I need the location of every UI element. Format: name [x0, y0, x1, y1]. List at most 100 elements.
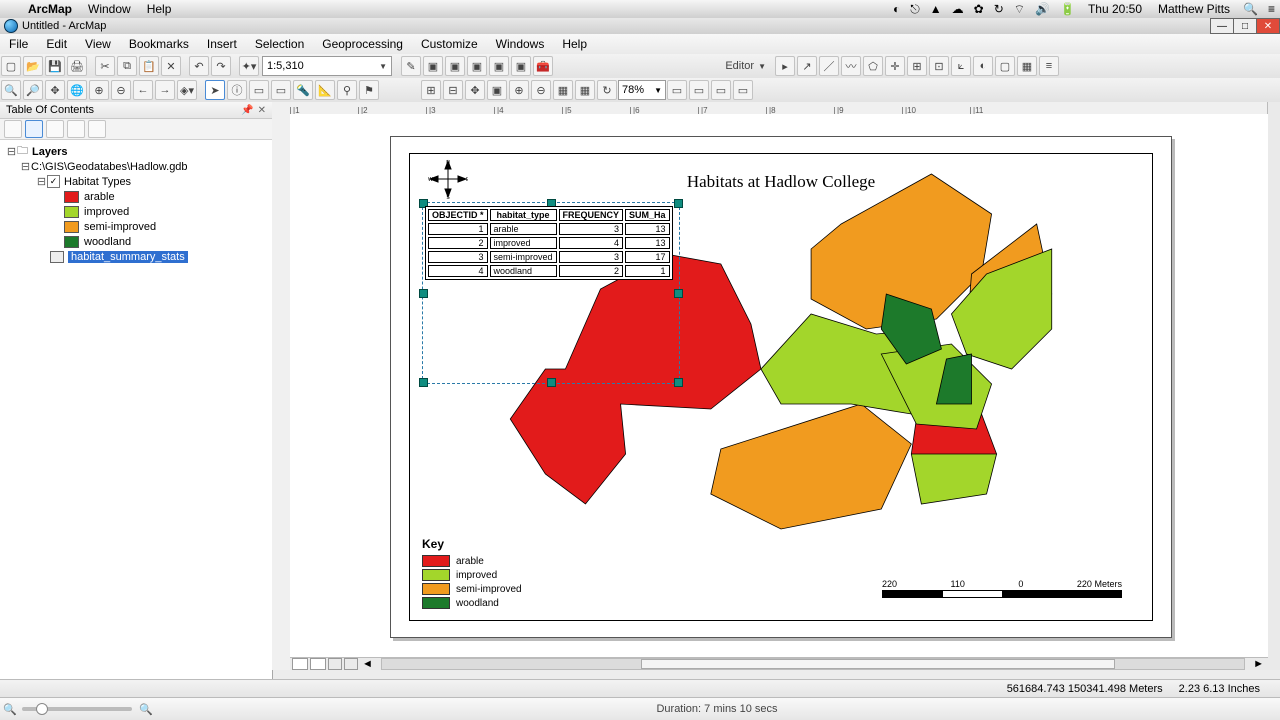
menu-edit[interactable]: Edit	[37, 37, 76, 51]
chevron-down-icon[interactable]: ▼	[756, 62, 768, 71]
battery-icon[interactable]: 🔋	[1055, 2, 1080, 16]
toolbar-button[interactable]: ⚑	[359, 80, 379, 100]
editor-tool[interactable]: ≡	[1039, 56, 1059, 76]
delete-button[interactable]: ✕	[161, 56, 181, 76]
editor-tool[interactable]: ▸	[775, 56, 795, 76]
menu-view[interactable]: View	[76, 37, 120, 51]
layout-view-tab[interactable]	[310, 658, 326, 670]
zoom-in-button[interactable]: 🔍	[1, 80, 21, 100]
layout-tool[interactable]: ⊖	[531, 80, 551, 100]
editor-tool[interactable]: ↗	[797, 56, 817, 76]
zoom-in-icon[interactable]: 🔍	[136, 703, 154, 716]
scroll-left-icon[interactable]: ◄	[358, 658, 377, 670]
find-button[interactable]: 🔦	[293, 80, 313, 100]
toolbar-button[interactable]: ▣	[511, 56, 531, 76]
add-data-button[interactable]: ✦▾	[239, 56, 259, 76]
menu-customize[interactable]: Customize	[412, 37, 487, 51]
layout-tool[interactable]: ⊕	[509, 80, 529, 100]
editor-tool[interactable]: ▢	[995, 56, 1015, 76]
editor-tool[interactable]: ▦	[1017, 56, 1037, 76]
app-name[interactable]: ArcMap	[20, 2, 80, 16]
list-by-drawing-order[interactable]	[4, 120, 22, 138]
refresh-button[interactable]	[328, 658, 342, 670]
layer-checkbox[interactable]: ✓	[47, 175, 60, 188]
editor-tool[interactable]: ⬠	[863, 56, 883, 76]
measure-button[interactable]: 📐	[315, 80, 335, 100]
cut-button[interactable]: ✂	[95, 56, 115, 76]
summary-table[interactable]: OBJECTID * habitat_type FREQUENCY SUM_Ha…	[425, 206, 673, 280]
toolbar-button[interactable]: ▣	[467, 56, 487, 76]
clock[interactable]: Thu 20:50	[1080, 2, 1150, 16]
toolbar-button[interactable]: ▣	[423, 56, 443, 76]
save-button[interactable]: 💾	[45, 56, 65, 76]
menubar-icon[interactable]: ↻	[989, 2, 1009, 16]
list-by-source[interactable]	[25, 120, 43, 138]
redo-button[interactable]: ↷	[211, 56, 231, 76]
layout-tool[interactable]: ⊟	[443, 80, 463, 100]
undo-button[interactable]: ↶	[189, 56, 209, 76]
layout-tool[interactable]: ▭	[667, 80, 687, 100]
map-legend[interactable]: Key arable improved semi-improved woodla…	[422, 537, 522, 610]
forward-button[interactable]: →	[155, 80, 175, 100]
pause-button[interactable]	[344, 658, 358, 670]
scroll-right-icon[interactable]: ►	[1249, 658, 1268, 670]
select-elements-button[interactable]: ➤	[205, 80, 225, 100]
editor-tool[interactable]: 〰	[841, 56, 861, 76]
group-layer[interactable]: Habitat Types	[64, 176, 131, 188]
editor-tool[interactable]: ✛	[885, 56, 905, 76]
menu-icon[interactable]: ≡	[1263, 2, 1280, 16]
full-extent-button[interactable]: 🌐	[67, 80, 87, 100]
layout-tool[interactable]: ▭	[711, 80, 731, 100]
col-habitat-type[interactable]: habitat_type	[490, 209, 557, 221]
menu-file[interactable]: File	[0, 37, 37, 51]
layout-view[interactable]: |1|2|3 |4|5|6 |7|8|9 |10|11 Habitats at …	[272, 102, 1268, 670]
identify-button[interactable]: ⓘ	[227, 80, 247, 100]
layout-tool[interactable]: ▭	[733, 80, 753, 100]
minimize-button[interactable]: —	[1210, 18, 1234, 34]
toolbar-button[interactable]: ▭	[249, 80, 269, 100]
paste-button[interactable]: 📋	[139, 56, 159, 76]
mac-menu-help[interactable]: Help	[139, 2, 180, 16]
select-button[interactable]: ◈▾	[177, 80, 197, 100]
col-sum-ha[interactable]: SUM_Ha	[625, 209, 670, 221]
search-icon[interactable]: 🔍	[1238, 2, 1263, 16]
gdb-node[interactable]: C:\GIS\Geodatabes\Hadlow.gdb	[31, 161, 188, 173]
horizontal-scrollbar[interactable]	[381, 658, 1245, 670]
toolbar-button[interactable]: ▭	[271, 80, 291, 100]
print-button[interactable]: 🖨	[67, 56, 87, 76]
list-by-visibility[interactable]	[46, 120, 64, 138]
scale-bar[interactable]: 220 110 0 220 Meters	[882, 579, 1122, 598]
layout-page[interactable]: Habitats at Hadlow College N E S W	[390, 136, 1172, 638]
toolbar-button[interactable]: ▣	[445, 56, 465, 76]
layers-node[interactable]: Layers	[32, 146, 67, 158]
copy-button[interactable]: ⧉	[117, 56, 137, 76]
editor-tool[interactable]: ⟀	[951, 56, 971, 76]
selected-table[interactable]: habitat_summary_stats	[68, 251, 188, 263]
layout-tool[interactable]: ▣	[487, 80, 507, 100]
layout-tool[interactable]: ▦	[575, 80, 595, 100]
legend-label[interactable]: semi-improved	[84, 221, 156, 233]
menubar-icon[interactable]: ☁	[947, 2, 969, 16]
mac-menubar[interactable]: ArcMap Window Help ◐ ⎋ ▲ ☁ ✿ ↻ ⌔ 🔊 🔋 Thu…	[0, 0, 1280, 19]
layout-zoom-combo[interactable]: 78% ▼	[618, 80, 666, 100]
layout-tool[interactable]: ▦	[553, 80, 573, 100]
wifi-icon[interactable]: ⌔	[1009, 2, 1030, 17]
menubar-icon[interactable]: ▲	[925, 2, 947, 16]
fixed-zoom-out[interactable]: ⊖	[111, 80, 131, 100]
menubar-icon[interactable]: ✿	[969, 2, 989, 16]
menubar-icon[interactable]: ◐	[888, 2, 905, 16]
layout-tool[interactable]: ✥	[465, 80, 485, 100]
open-button[interactable]: 📂	[23, 56, 43, 76]
toolbar-button[interactable]: ⚲	[337, 80, 357, 100]
legend-label[interactable]: woodland	[84, 236, 131, 248]
toc-tree[interactable]: ⊟🗀Layers ⊟C:\GIS\Geodatabes\Hadlow.gdb ⊟…	[0, 140, 272, 698]
pan-button[interactable]: ✥	[45, 80, 65, 100]
layout-tool[interactable]: ↻	[597, 80, 617, 100]
editor-tool[interactable]: ／	[819, 56, 839, 76]
pin-icon[interactable]: 📌	[241, 105, 253, 116]
list-by-selection[interactable]	[67, 120, 85, 138]
fixed-zoom-in[interactable]: ⊕	[89, 80, 109, 100]
close-icon[interactable]: ✕	[258, 105, 266, 116]
scale-combo[interactable]: 1:5,310 ▼	[262, 56, 392, 76]
back-button[interactable]: ←	[133, 80, 153, 100]
